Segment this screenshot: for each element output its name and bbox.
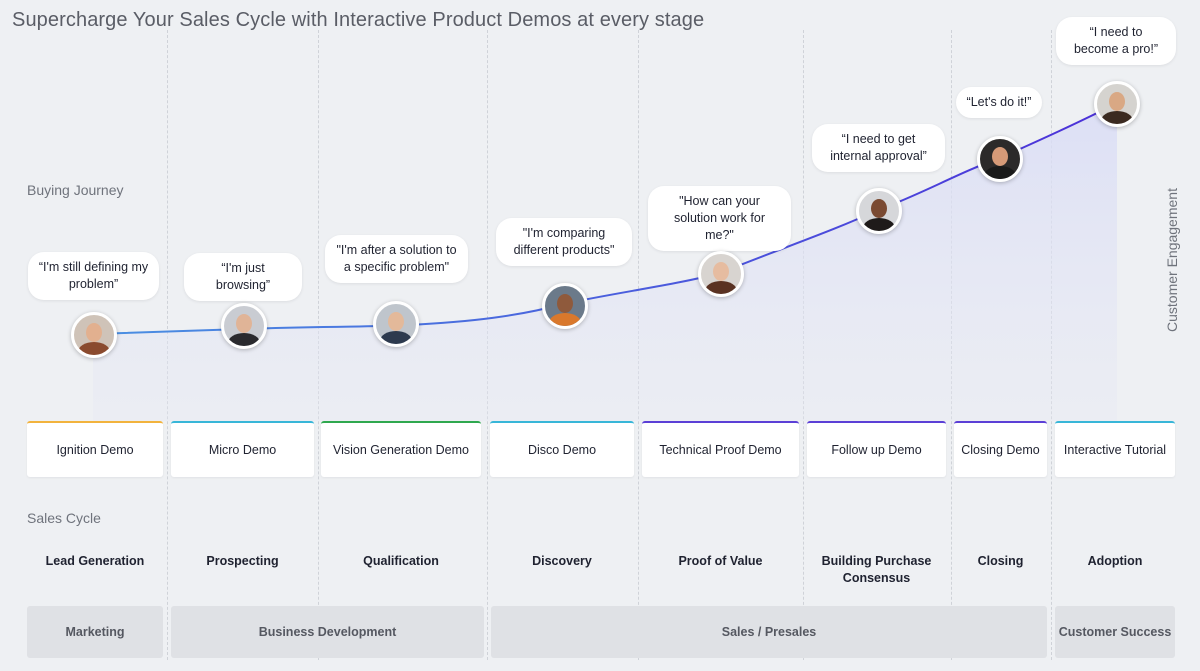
quote-bubble: "I'm comparing different products": [496, 218, 632, 266]
demo-card-interactive-tutorial[interactable]: Interactive Tutorial: [1055, 421, 1175, 477]
stage-qualification: Qualification: [363, 554, 439, 568]
woman-long-hair-avatar: [698, 251, 744, 297]
demo-card-disco[interactable]: Disco Demo: [490, 421, 634, 477]
stage-lead-generation: Lead Generation: [45, 554, 145, 568]
stage-discovery: Discovery: [532, 554, 592, 568]
stage-closing: Closing: [977, 554, 1024, 568]
quote-bubble: “I need to get internal approval”: [812, 124, 945, 172]
man-beard-avatar: [977, 136, 1023, 182]
stage-adoption: Adoption: [1087, 554, 1143, 568]
department-sales-presales: Sales / Presales: [491, 606, 1047, 658]
quote-bubble: “Let's do it!”: [956, 87, 1042, 118]
demo-card-follow-up[interactable]: Follow up Demo: [807, 421, 946, 477]
man-suit-avatar: [373, 301, 419, 347]
demo-card-ignition[interactable]: Ignition Demo: [27, 421, 163, 477]
quote-bubble: “I need to become a pro!”: [1056, 17, 1176, 65]
woman-curly-hair-avatar: [856, 188, 902, 234]
demo-card-micro[interactable]: Micro Demo: [171, 421, 314, 477]
man-long-hair-avatar: [1094, 81, 1140, 127]
quote-bubble: “I'm just browsing”: [184, 253, 302, 301]
quote-bubble: "I'm after a solution to a specific prob…: [325, 235, 468, 283]
department-marketing: Marketing: [27, 606, 163, 658]
stage-building-purchase-consensus: Building Purchase Consensus: [821, 554, 932, 585]
stage-proof-of-value: Proof of Value: [678, 554, 763, 568]
demo-card-vision-generation[interactable]: Vision Generation Demo: [321, 421, 481, 477]
department-customer-success: Customer Success: [1055, 606, 1175, 658]
stage-prospecting: Prospecting: [206, 554, 279, 568]
quote-bubble: “I'm still defining my problem”: [28, 252, 159, 300]
woman-glasses-avatar: [71, 312, 117, 358]
demo-card-technical-proof[interactable]: Technical Proof Demo: [642, 421, 799, 477]
quote-bubble: "How can your solution work for me?": [648, 186, 791, 251]
demo-card-closing[interactable]: Closing Demo: [954, 421, 1047, 477]
department-business-development: Business Development: [171, 606, 484, 658]
man-glasses-avatar: [542, 283, 588, 329]
woman-dark-hair-avatar: [221, 303, 267, 349]
